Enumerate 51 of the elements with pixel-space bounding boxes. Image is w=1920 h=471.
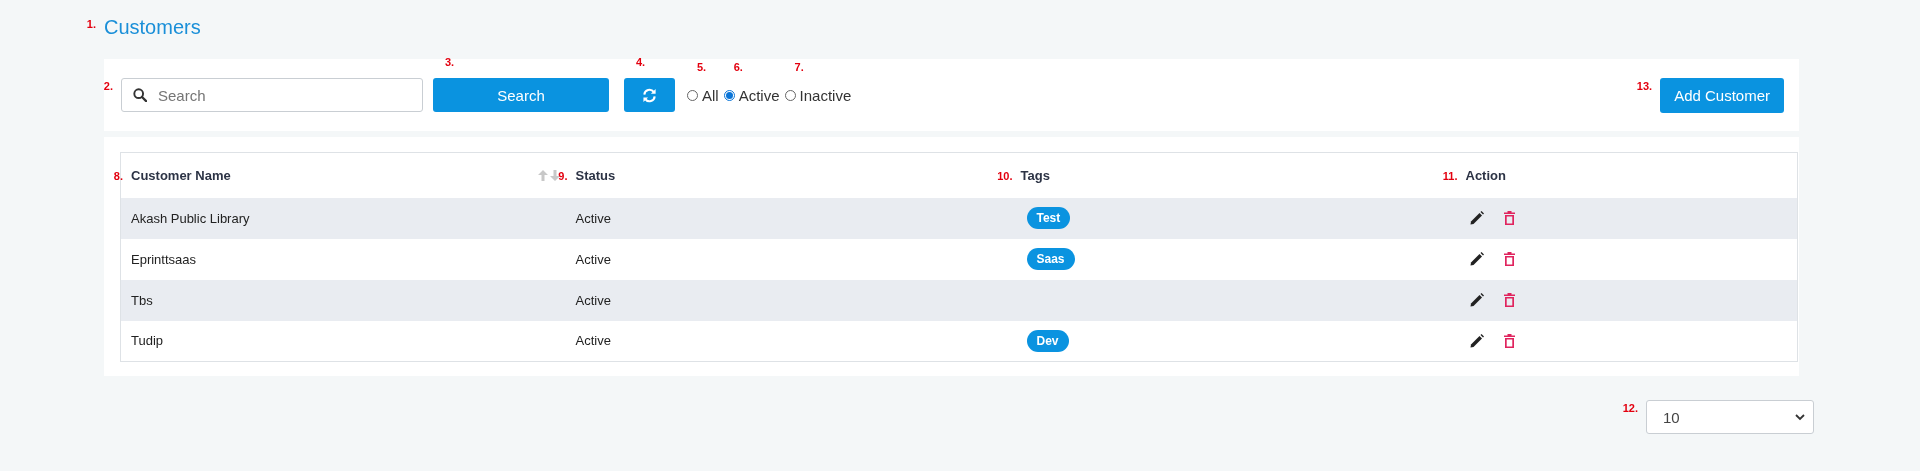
annotation-number: 2. (103, 80, 113, 92)
pencil-icon[interactable] (1469, 211, 1484, 225)
annotation-number: 9. (558, 169, 568, 182)
annotation-number: 3. (445, 56, 455, 68)
column-header: Status (575, 167, 616, 183)
column-header: Action (1465, 167, 1506, 183)
search-field[interactable]: Search (121, 78, 423, 112)
annotation-number: 10. (997, 169, 1013, 182)
pencil-icon[interactable] (1469, 252, 1484, 266)
page-title: Customers (104, 16, 201, 39)
table-cell: Active (565, 279, 1011, 321)
annotation-number: 12. (1622, 402, 1638, 414)
refresh-icon (642, 87, 657, 103)
radio-button[interactable] (784, 89, 796, 101)
annotation-number: 8. (113, 169, 123, 182)
annotation-number: 11. (1442, 169, 1458, 182)
page-size-select[interactable]: 10 (1646, 400, 1814, 434)
column-header: Customer Name (131, 167, 231, 183)
tag: Saas (1026, 248, 1075, 270)
table-cell: Active (565, 238, 1011, 280)
table-cell: Active (565, 320, 1011, 362)
search-icon (133, 88, 147, 102)
trash-icon[interactable] (1503, 293, 1515, 307)
trash-icon[interactable] (1503, 211, 1515, 225)
tag: Dev (1026, 329, 1069, 352)
refresh-button[interactable] (624, 78, 675, 112)
search-button[interactable]: Search (433, 78, 609, 112)
pencil-icon[interactable] (1469, 333, 1484, 348)
table-cell: Active (565, 197, 1011, 239)
trash-icon[interactable] (1503, 252, 1515, 266)
annotation-number: 4. (636, 56, 646, 68)
radio-label: All (702, 86, 719, 104)
table-cell: Akash Public Library (120, 197, 566, 239)
tag: Test (1026, 207, 1071, 229)
annotation-number: 5. (697, 60, 707, 73)
table-cell: Eprinttsaas (120, 238, 566, 280)
radio-button[interactable] (723, 89, 735, 101)
table-cell: Tudip (120, 320, 566, 362)
radio-label: Active (738, 86, 780, 104)
table-cell: Tbs (120, 279, 566, 321)
column-header: Tags (1020, 167, 1050, 183)
chevron-down-icon (1795, 413, 1805, 421)
trash-icon[interactable] (1503, 333, 1515, 348)
add-customer-button[interactable]: Add Customer (1660, 77, 1784, 113)
annotation-number: 1. (86, 18, 96, 30)
pencil-icon[interactable] (1469, 293, 1484, 307)
radio-label: Inactive (799, 86, 852, 104)
radio-button[interactable] (687, 89, 698, 101)
annotation-number: 7. (794, 60, 804, 73)
annotation-number: 13. (1636, 79, 1653, 92)
annotation-number: 6. (733, 60, 743, 73)
